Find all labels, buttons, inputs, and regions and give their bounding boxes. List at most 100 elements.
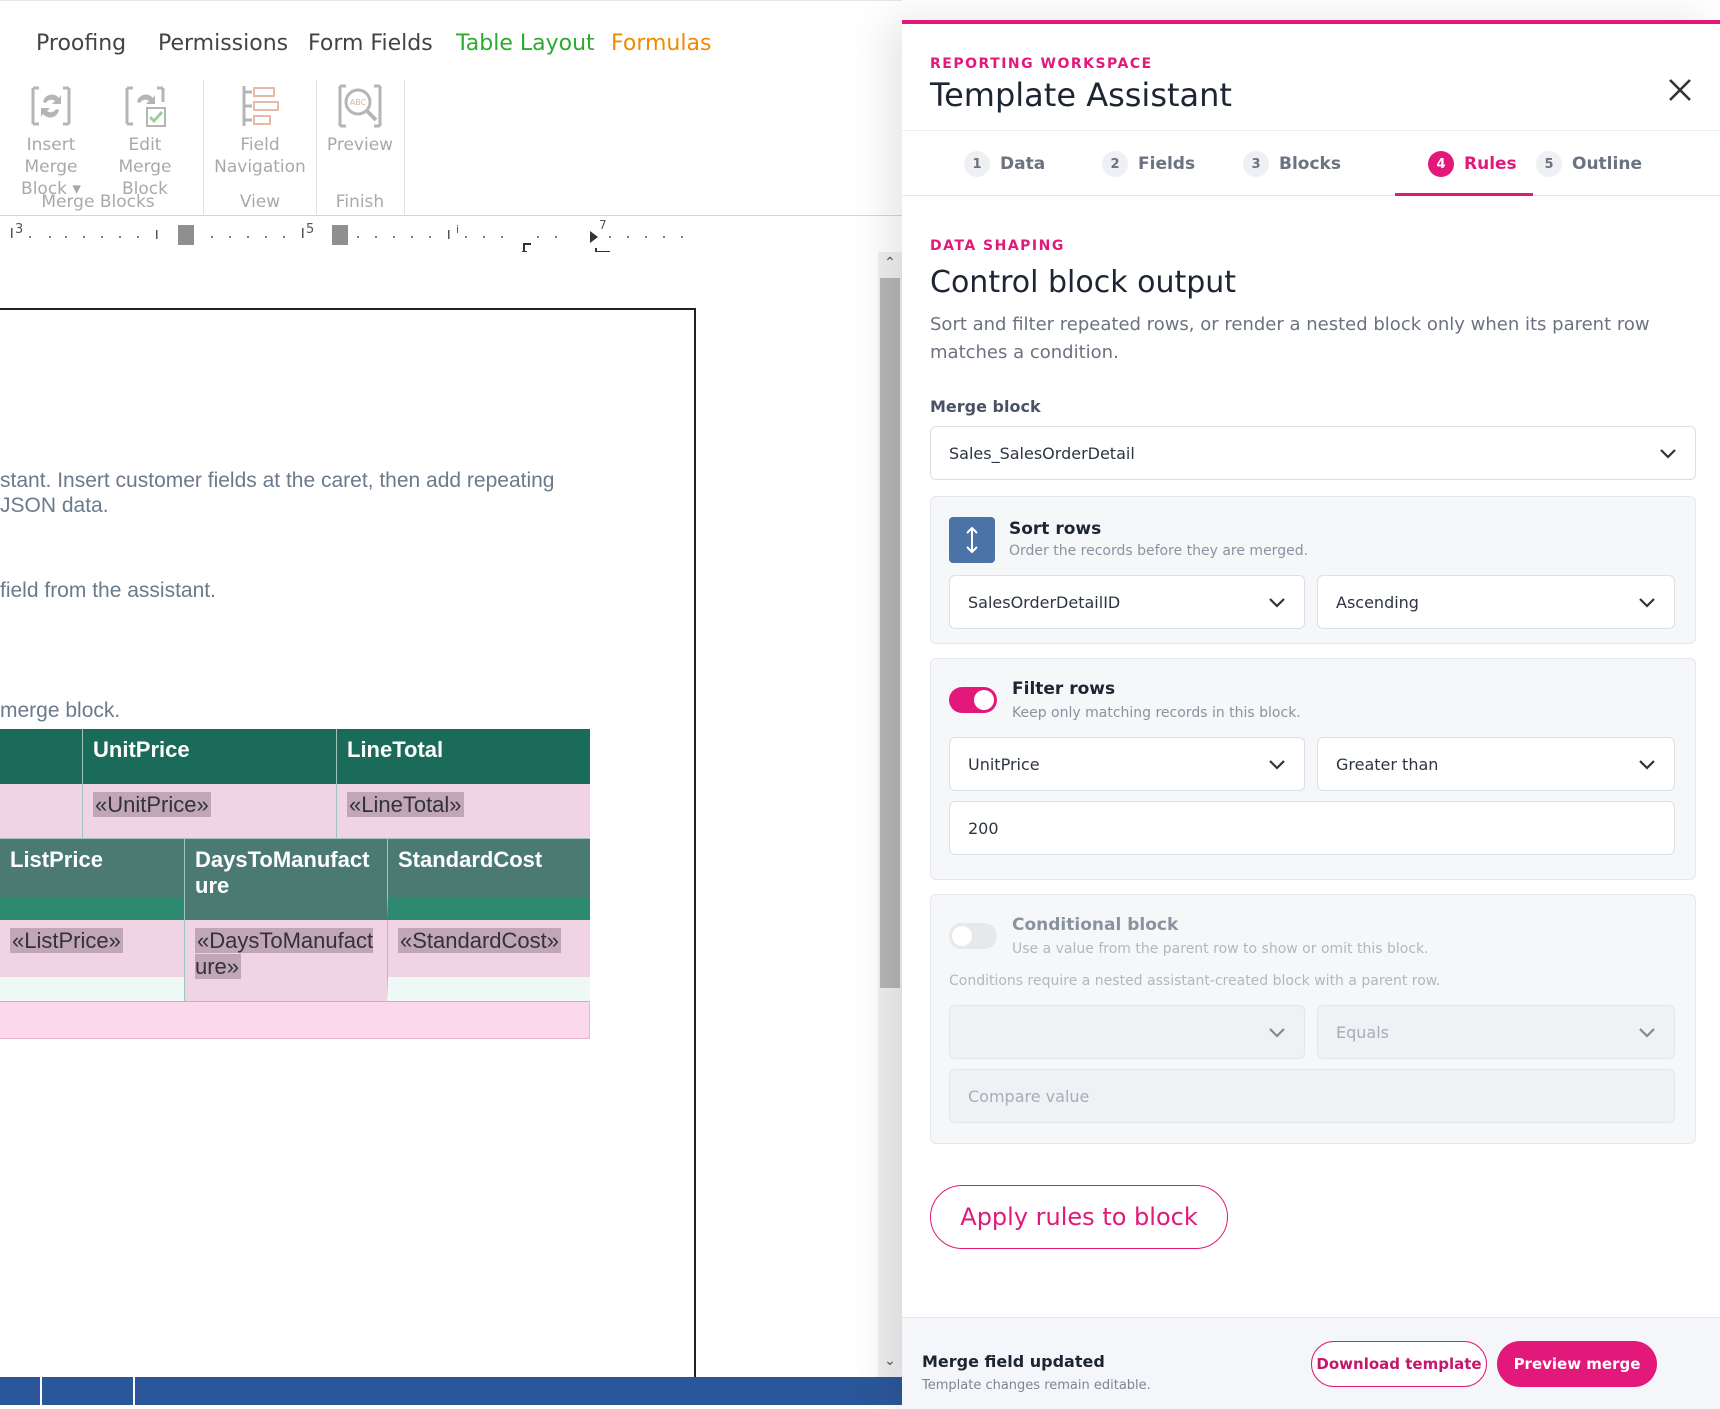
- preview-icon: ABC: [338, 84, 382, 128]
- tab-fields-label: Fields: [1138, 154, 1196, 174]
- tab-blocks-number: 3: [1243, 151, 1269, 177]
- filter-rows-card: Filter rows Keep only matching records i…: [930, 658, 1696, 880]
- tab-rules[interactable]: 4 Rules: [1428, 131, 1517, 197]
- tab-form-fields[interactable]: Form Fields: [308, 31, 433, 56]
- table2-header-standardcost: StandardCost: [387, 839, 590, 920]
- doc-paragraph-1-line-1[interactable]: stant. Insert customer fields at the car…: [0, 468, 554, 494]
- tab-outline-number: 5: [1536, 151, 1562, 177]
- section-eyebrow: DATA SHAPING: [930, 238, 1065, 254]
- field-navigation-label-1: Field: [240, 135, 280, 155]
- tab-proofing[interactable]: Proofing: [36, 31, 126, 56]
- tab-permissions[interactable]: Permissions: [158, 31, 288, 56]
- field-navigation-label-2: Navigation: [214, 157, 306, 177]
- scroll-down-icon[interactable]: ⌄: [878, 1352, 902, 1374]
- tab-fields[interactable]: 2 Fields: [1102, 131, 1195, 197]
- merge-block-select[interactable]: Sales_SalesOrderDetail: [930, 426, 1696, 480]
- filter-field-value: UnitPrice: [968, 754, 1040, 774]
- tab-blocks-label: Blocks: [1279, 154, 1341, 174]
- doc-paragraph-2[interactable]: field from the assistant.: [0, 578, 216, 604]
- edit-merge-block-button[interactable]: Edit Merge Block: [100, 80, 190, 200]
- status-subtitle: Template changes remain editable.: [922, 1378, 1151, 1393]
- template-assistant-panel: REPORTING WORKSPACE Template Assistant 1…: [902, 20, 1720, 1409]
- insert-merge-block-label-1: Insert Merge: [24, 135, 78, 177]
- tab-data[interactable]: 1 Data: [964, 131, 1045, 197]
- ruler-mark-7: 7: [599, 218, 607, 232]
- conditional-block-card: Conditional block Use a value from the p…: [930, 894, 1696, 1144]
- table2-header-listprice: ListPrice: [0, 839, 184, 920]
- panel-footer: Merge field updated Template changes rem…: [902, 1317, 1720, 1409]
- merge-table-2[interactable]: ListPrice DaysToManufact ure StandardCos…: [0, 839, 590, 1039]
- merge-field-standardcost[interactable]: «StandardCost»: [398, 928, 561, 953]
- table2-field-standardcost-cell[interactable]: «StandardCost»: [387, 920, 590, 1001]
- merge-field-listprice[interactable]: «ListPrice»: [10, 928, 123, 953]
- vertical-scrollbar[interactable]: ⌃ ⌄: [878, 252, 902, 1377]
- preview-merge-button[interactable]: Preview merge: [1497, 1341, 1657, 1387]
- tab-outline[interactable]: 5 Outline: [1536, 131, 1642, 197]
- doc-paragraph-1-line-2[interactable]: JSON data.: [0, 493, 109, 519]
- tab-table-layout[interactable]: Table Layout: [456, 31, 595, 56]
- download-template-button[interactable]: Download template: [1311, 1341, 1487, 1387]
- panel-eyebrow: REPORTING WORKSPACE: [930, 56, 1153, 72]
- chevron-down-icon: [1639, 598, 1655, 608]
- conditional-block-toggle[interactable]: [949, 923, 997, 949]
- tab-fields-number: 2: [1102, 151, 1128, 177]
- field-navigation-button[interactable]: Field Navigation: [210, 80, 310, 178]
- merge-field-unitprice[interactable]: «UnitPrice»: [93, 792, 211, 817]
- tab-blocks[interactable]: 3 Blocks: [1243, 131, 1341, 197]
- merge-table-1[interactable]: UnitPrice LineTotal «UnitPrice» «LineTot…: [0, 729, 590, 839]
- scroll-up-icon[interactable]: ⌃: [878, 254, 902, 276]
- sort-direction-select[interactable]: Ascending: [1317, 575, 1675, 629]
- conditional-field-select[interactable]: [949, 1005, 1305, 1059]
- apply-rules-button[interactable]: Apply rules to block: [930, 1185, 1228, 1249]
- filter-field-select[interactable]: UnitPrice: [949, 737, 1305, 791]
- toggle-knob: [952, 926, 972, 946]
- compare-value-placeholder: Compare value: [968, 1086, 1090, 1106]
- doc-paragraph-3[interactable]: merge block.: [0, 698, 120, 724]
- close-button[interactable]: [1660, 72, 1700, 112]
- tab-rules-label: Rules: [1464, 154, 1517, 174]
- preview-button[interactable]: ABC Preview: [322, 80, 398, 156]
- status-divider: [40, 1377, 42, 1405]
- document-editor: Proofing Permissions Form Fields Table L…: [0, 0, 902, 1405]
- insert-merge-block-button[interactable]: Insert Merge Block ▾: [4, 80, 98, 200]
- page-area: stant. Insert customer fields at the car…: [0, 252, 878, 1405]
- merge-field-daystomanufacture[interactable]: «DaysToManufact ure»: [195, 928, 374, 979]
- toggle-knob: [974, 690, 994, 710]
- chevron-down-icon: [1660, 449, 1676, 459]
- merge-field-linetotal[interactable]: «LineTotal»: [347, 792, 464, 817]
- ribbon-body: Insert Merge Block ▾ Edit Merge Block Fi…: [0, 80, 902, 216]
- preview-label: Preview: [326, 135, 394, 155]
- sort-rows-title: Sort rows: [1009, 519, 1102, 539]
- svg-text:ABC: ABC: [350, 98, 367, 107]
- ribbon-separator: [404, 80, 405, 214]
- section-title: Control block output: [930, 265, 1237, 300]
- ruler-mark-3: 3: [15, 222, 23, 237]
- sort-field-value: SalesOrderDetailID: [968, 592, 1121, 612]
- horizontal-ruler[interactable]: 3 5 i 7: [0, 216, 880, 256]
- sort-rows-card: Sort rows Order the records before they …: [930, 496, 1696, 644]
- table1-field-unitprice-cell[interactable]: «UnitPrice»: [82, 784, 336, 839]
- compare-value-input[interactable]: Compare value: [949, 1069, 1675, 1123]
- ribbon-tabs: Proofing Permissions Form Fields Table L…: [0, 0, 902, 80]
- chevron-down-icon: [1269, 598, 1285, 608]
- status-bar: [0, 1377, 902, 1405]
- group-view: View: [239, 192, 281, 212]
- sort-direction-value: Ascending: [1336, 592, 1419, 612]
- edit-merge-block-icon: [125, 86, 166, 127]
- tab-rules-number: 4: [1428, 151, 1454, 177]
- filter-rows-toggle[interactable]: [949, 687, 997, 713]
- scrollbar-thumb[interactable]: [880, 278, 900, 988]
- filter-operator-select[interactable]: Greater than: [1317, 737, 1675, 791]
- active-tab-underline: [1395, 193, 1533, 196]
- conditional-operator-select[interactable]: Equals: [1317, 1005, 1675, 1059]
- close-icon: [1669, 79, 1691, 101]
- tab-formulas[interactable]: Formulas: [611, 31, 711, 56]
- sort-field-select[interactable]: SalesOrderDetailID: [949, 575, 1305, 629]
- table2-field-daystomanufacture-cell[interactable]: «DaysToManufact ure»: [184, 920, 387, 1001]
- table2-field-listprice-cell[interactable]: «ListPrice»: [0, 920, 184, 1001]
- table1-field-linetotal-cell[interactable]: «LineTotal»: [336, 784, 590, 839]
- step-tabs: 1 Data 2 Fields 3 Blocks 4 Rules 5 Outli…: [902, 130, 1720, 196]
- tab-data-label: Data: [1000, 154, 1046, 174]
- filter-value-input[interactable]: 200: [949, 801, 1675, 855]
- filter-rows-title: Filter rows: [1012, 679, 1116, 699]
